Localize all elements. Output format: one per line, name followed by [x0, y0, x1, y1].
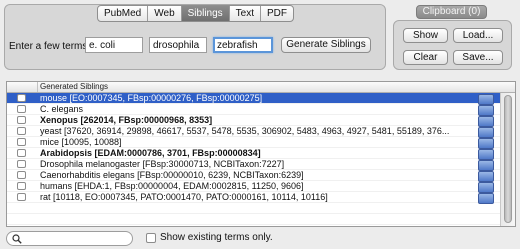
term-input-3[interactable]: [213, 37, 273, 53]
table-row[interactable]: mice [10095, 10088]: [7, 137, 500, 149]
row-checkbox[interactable]: [17, 160, 26, 168]
row-checkbox[interactable]: [17, 94, 26, 102]
tab-siblings[interactable]: Siblings: [181, 6, 230, 21]
table-row[interactable]: Caenorhabditis elegans [FBsp:00000010, 6…: [7, 170, 500, 182]
terms-label: Enter a few terms:: [9, 41, 91, 52]
sibling-term: Arabidopsis [EDAM:0000786, 3701, FBsp:00…: [40, 148, 261, 158]
table-row[interactable]: Arabidopsis [EDAM:0000786, 3701, FBsp:00…: [7, 148, 500, 160]
show-existing-checkbox[interactable]: [146, 233, 156, 243]
sibling-term: Caenorhabditis elegans [FBsp:00000010, 6…: [40, 170, 304, 180]
generated-siblings-header[interactable]: Generated Siblings: [40, 82, 108, 92]
clipboard-save-button[interactable]: Save...: [453, 50, 503, 65]
tab-text[interactable]: Text: [230, 6, 262, 21]
row-checkbox[interactable]: [17, 193, 26, 201]
row-checkbox[interactable]: [17, 149, 26, 157]
tab-pdf[interactable]: PDF: [261, 6, 293, 21]
table-row[interactable]: Drosophila melanogaster [FBsp:30000713, …: [7, 159, 500, 171]
tab-web[interactable]: Web: [148, 6, 182, 21]
sibling-term: mouse [EO:0007345, FBsp:00000276, FBsp:0…: [40, 93, 263, 103]
table-row[interactable]: [7, 214, 500, 225]
sibling-term: Xenopus [262014, FBsp:00000968, 8353]: [40, 115, 213, 125]
generate-siblings-button[interactable]: Generate Siblings: [281, 37, 371, 53]
sibling-term: mice [10095, 10088]: [40, 137, 122, 147]
vertical-scrollbar[interactable]: [500, 93, 515, 226]
clipboard-title: Clipboard (0): [416, 5, 487, 19]
checkbox-column-header[interactable]: [7, 82, 38, 92]
table-row[interactable]: yeast [37620, 36914, 29898, 46617, 5537,…: [7, 126, 500, 138]
sibling-term: yeast [37620, 36914, 29898, 46617, 5537,…: [40, 126, 450, 136]
row-checkbox[interactable]: [17, 127, 26, 135]
clipboard-show-button[interactable]: Show: [403, 28, 448, 43]
source-tab-bar: PubMed Web Siblings Text PDF: [97, 5, 295, 22]
clipboard-load-button[interactable]: Load...: [453, 28, 503, 43]
row-checkbox[interactable]: [17, 105, 26, 113]
sibling-term: rat [10118, EO:0007345, PATO:0001470, PA…: [40, 192, 328, 202]
sibling-term: humans [EHDA:1, FBsp:00000004, EDAM:0002…: [40, 181, 304, 191]
row-checkbox[interactable]: [17, 138, 26, 146]
show-existing-label: Show existing terms only.: [160, 232, 273, 243]
table-row[interactable]: humans [EHDA:1, FBsp:00000004, EDAM:0002…: [7, 181, 500, 193]
table-row[interactable]: rat [10118, EO:0007345, PATO:0001470, PA…: [7, 192, 500, 204]
row-checkbox[interactable]: [17, 116, 26, 124]
sibling-term: Drosophila melanogaster [FBsp:30000713, …: [40, 159, 285, 169]
table-row[interactable]: [7, 203, 500, 214]
siblings-table: Generated Siblings mouse [EO:0007345, FB…: [6, 81, 516, 227]
filter-search-field[interactable]: [6, 231, 133, 246]
table-row[interactable]: mouse [EO:0007345, FBsp:00000276, FBsp:0…: [7, 93, 500, 105]
scrollbar-thumb[interactable]: [504, 95, 512, 223]
table-row[interactable]: Xenopus [262014, FBsp:00000968, 8353]: [7, 115, 500, 127]
term-input-2[interactable]: [149, 37, 207, 53]
search-icon: [12, 234, 22, 244]
table-row[interactable]: C. elegans: [7, 104, 500, 116]
row-checkbox[interactable]: [17, 171, 26, 179]
row-checkbox[interactable]: [17, 182, 26, 190]
table-header: Generated Siblings: [7, 82, 515, 93]
tab-pubmed[interactable]: PubMed: [98, 6, 149, 21]
term-input-1[interactable]: [85, 37, 143, 53]
clipboard-clear-button[interactable]: Clear: [403, 50, 448, 65]
sibling-term: C. elegans: [40, 104, 84, 114]
